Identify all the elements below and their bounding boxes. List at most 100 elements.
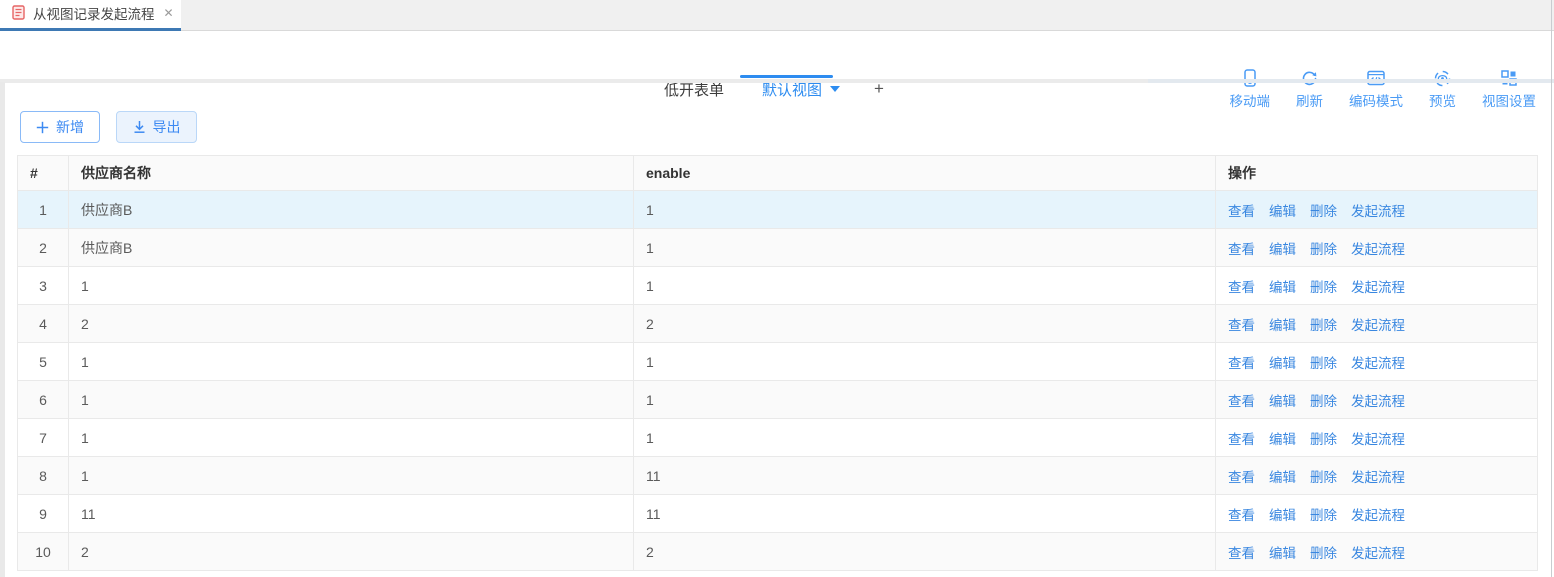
actions-cell: 查看编辑删除发起流程 xyxy=(1216,267,1538,305)
column-header-enable: enable xyxy=(634,156,1216,191)
edit-link[interactable]: 编辑 xyxy=(1269,470,1296,485)
close-icon[interactable]: ✕ xyxy=(164,7,174,19)
edit-link[interactable]: 编辑 xyxy=(1269,508,1296,523)
cell-enable: 1 xyxy=(634,191,1216,229)
cell-enable: 1 xyxy=(634,267,1216,305)
table-header-row: # 供应商名称 enable 操作 xyxy=(18,156,1538,191)
start-flow-link[interactable]: 发起流程 xyxy=(1351,356,1405,371)
start-flow-link[interactable]: 发起流程 xyxy=(1351,394,1405,409)
edit-link[interactable]: 编辑 xyxy=(1269,394,1296,409)
cell-supplier: 供应商B xyxy=(69,191,634,229)
table-row[interactable]: 7 1 1 查看编辑删除发起流程 xyxy=(18,419,1538,457)
cell-enable: 11 xyxy=(634,495,1216,533)
view-link[interactable]: 查看 xyxy=(1228,280,1255,295)
start-flow-link[interactable]: 发起流程 xyxy=(1351,432,1405,447)
actions-cell: 查看编辑删除发起流程 xyxy=(1216,305,1538,343)
cell-supplier: 1 xyxy=(69,381,634,419)
delete-link[interactable]: 删除 xyxy=(1310,318,1337,333)
edit-link[interactable]: 编辑 xyxy=(1269,356,1296,371)
active-view-underline xyxy=(740,75,833,78)
mobile-button[interactable]: 移动端 xyxy=(1230,69,1271,110)
table-row[interactable]: 2 供应商B 1 查看编辑删除发起流程 xyxy=(18,229,1538,267)
column-header-supplier: 供应商名称 xyxy=(69,156,634,191)
view-settings-button[interactable]: 视图设置 xyxy=(1482,69,1536,110)
start-flow-link[interactable]: 发起流程 xyxy=(1351,318,1405,333)
view-link[interactable]: 查看 xyxy=(1228,356,1255,371)
view-link[interactable]: 查看 xyxy=(1228,204,1255,219)
add-button-label: 新增 xyxy=(56,117,84,137)
actions-cell: 查看编辑删除发起流程 xyxy=(1216,191,1538,229)
edit-link[interactable]: 编辑 xyxy=(1269,280,1296,295)
row-index: 6 xyxy=(18,381,69,419)
column-header-actions: 操作 xyxy=(1216,156,1538,191)
edit-link[interactable]: 编辑 xyxy=(1269,318,1296,333)
view-link[interactable]: 查看 xyxy=(1228,394,1255,409)
plus-icon xyxy=(36,121,49,134)
table-body: 1 供应商B 1 查看编辑删除发起流程 2 供应商B 1 查看编辑删除发起流程 … xyxy=(18,191,1538,571)
view-link[interactable]: 查看 xyxy=(1228,470,1255,485)
code-mode-button[interactable]: 编码模式 xyxy=(1349,69,1403,110)
view-settings-icon xyxy=(1501,69,1517,87)
cell-supplier: 2 xyxy=(69,305,634,343)
table-row[interactable]: 10 2 2 查看编辑删除发起流程 xyxy=(18,533,1538,571)
preview-button[interactable]: 预览 xyxy=(1429,69,1456,110)
actions-cell: 查看编辑删除发起流程 xyxy=(1216,533,1538,571)
table-row[interactable]: 6 1 1 查看编辑删除发起流程 xyxy=(18,381,1538,419)
start-flow-link[interactable]: 发起流程 xyxy=(1351,242,1405,257)
cell-enable: 1 xyxy=(634,381,1216,419)
view-link[interactable]: 查看 xyxy=(1228,546,1255,561)
view-link[interactable]: 查看 xyxy=(1228,242,1255,257)
tab-view-record-flow[interactable]: 从视图记录发起流程 ✕ xyxy=(0,0,181,31)
start-flow-link[interactable]: 发起流程 xyxy=(1351,546,1405,561)
edit-link[interactable]: 编辑 xyxy=(1269,432,1296,447)
table-row[interactable]: 8 1 11 查看编辑删除发起流程 xyxy=(18,457,1538,495)
edit-link[interactable]: 编辑 xyxy=(1269,204,1296,219)
actions-cell: 查看编辑删除发起流程 xyxy=(1216,457,1538,495)
refresh-button[interactable]: 刷新 xyxy=(1296,69,1323,110)
edit-link[interactable]: 编辑 xyxy=(1269,546,1296,561)
view-link[interactable]: 查看 xyxy=(1228,432,1255,447)
delete-link[interactable]: 删除 xyxy=(1310,546,1337,561)
delete-link[interactable]: 删除 xyxy=(1310,508,1337,523)
start-flow-link[interactable]: 发起流程 xyxy=(1351,470,1405,485)
table-row[interactable]: 5 1 1 查看编辑删除发起流程 xyxy=(18,343,1538,381)
delete-link[interactable]: 删除 xyxy=(1310,432,1337,447)
chevron-down-icon[interactable] xyxy=(830,86,840,92)
start-flow-link[interactable]: 发起流程 xyxy=(1351,508,1405,523)
cell-supplier: 11 xyxy=(69,495,634,533)
table-row[interactable]: 4 2 2 查看编辑删除发起流程 xyxy=(18,305,1538,343)
start-flow-link[interactable]: 发起流程 xyxy=(1351,204,1405,219)
mobile-icon xyxy=(1244,69,1256,87)
add-button[interactable]: 新增 xyxy=(20,111,100,143)
delete-link[interactable]: 删除 xyxy=(1310,470,1337,485)
edit-link[interactable]: 编辑 xyxy=(1269,242,1296,257)
toolbar-divider-right xyxy=(1148,79,1554,83)
delete-link[interactable]: 删除 xyxy=(1310,204,1337,219)
cell-enable: 1 xyxy=(634,229,1216,267)
actions-cell: 查看编辑删除发起流程 xyxy=(1216,229,1538,267)
tab-bar: 从视图记录发起流程 ✕ xyxy=(0,0,1554,31)
actions-cell: 查看编辑删除发起流程 xyxy=(1216,419,1538,457)
start-flow-link[interactable]: 发起流程 xyxy=(1351,280,1405,295)
delete-link[interactable]: 删除 xyxy=(1310,394,1337,409)
table-row[interactable]: 3 1 1 查看编辑删除发起流程 xyxy=(18,267,1538,305)
cell-supplier: 1 xyxy=(69,457,634,495)
view-link[interactable]: 查看 xyxy=(1228,508,1255,523)
row-index: 10 xyxy=(18,533,69,571)
cell-supplier: 2 xyxy=(69,533,634,571)
cell-supplier: 1 xyxy=(69,267,634,305)
export-button-label: 导出 xyxy=(153,117,181,137)
view-link[interactable]: 查看 xyxy=(1228,318,1255,333)
delete-link[interactable]: 删除 xyxy=(1310,356,1337,371)
delete-link[interactable]: 删除 xyxy=(1310,242,1337,257)
cell-supplier: 1 xyxy=(69,419,634,457)
row-index: 5 xyxy=(18,343,69,381)
delete-link[interactable]: 删除 xyxy=(1310,280,1337,295)
row-index: 2 xyxy=(18,229,69,267)
table-row[interactable]: 9 11 11 查看编辑删除发起流程 xyxy=(18,495,1538,533)
actions-cell: 查看编辑删除发起流程 xyxy=(1216,381,1538,419)
export-button[interactable]: 导出 xyxy=(116,111,197,143)
cell-enable: 1 xyxy=(634,343,1216,381)
table-row[interactable]: 1 供应商B 1 查看编辑删除发起流程 xyxy=(18,191,1538,229)
toolbar-actions: 移动端 刷新 xyxy=(1204,69,1537,110)
